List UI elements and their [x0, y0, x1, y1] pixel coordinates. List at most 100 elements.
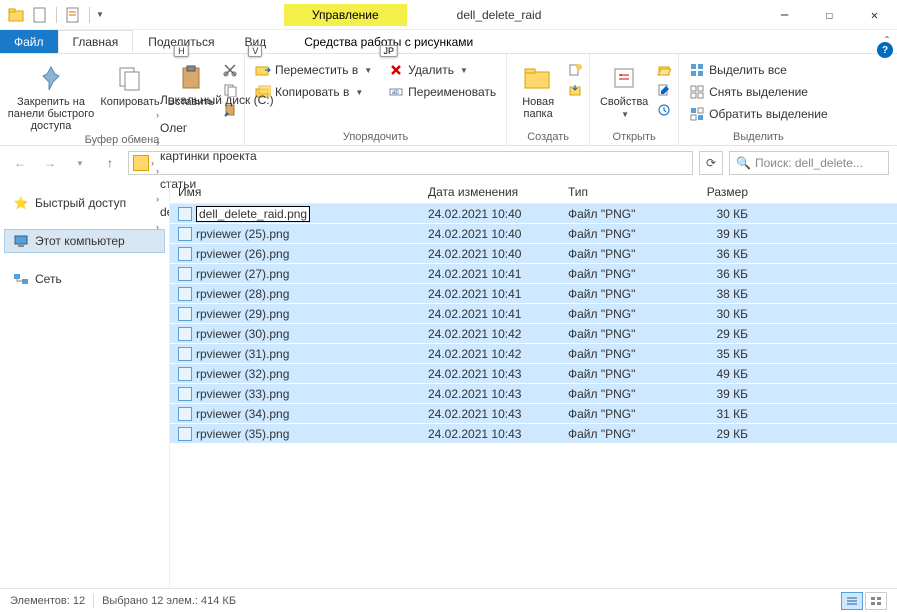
move-icon [255, 62, 271, 78]
copy-icon [114, 62, 146, 94]
context-tab-header: Управление [284, 4, 407, 26]
column-headers[interactable]: Имя Дата изменения Тип Размер [170, 180, 897, 204]
copy-button[interactable]: Копировать [98, 58, 162, 108]
breadcrumb-segment[interactable]: Локальный диск (C:) [156, 93, 278, 107]
image-file-icon [178, 407, 192, 421]
table-row[interactable]: rpviewer (35).png24.02.2021 10:43Файл "P… [170, 424, 897, 444]
file-type: Файл "PNG" [568, 387, 688, 401]
history-icon[interactable] [656, 102, 672, 118]
table-row[interactable]: dell_delete_raid.png24.02.2021 10:40Файл… [170, 204, 897, 224]
pc-icon [13, 233, 29, 249]
table-row[interactable]: rpviewer (31).png24.02.2021 10:42Файл "P… [170, 344, 897, 364]
invert-label: Обратить выделение [709, 107, 828, 121]
delete-button[interactable]: Удалить ▼ [384, 60, 500, 80]
ribbon-tabs: Файл Главная ПоделитьсяH ВидV Средства р… [0, 30, 897, 54]
new-folder-label: Новая папка [513, 96, 563, 120]
minimize-button[interactable]: ─ [762, 1, 807, 29]
col-size[interactable]: Размер [688, 185, 748, 199]
breadcrumb-segment[interactable]: Олег [156, 121, 278, 135]
edit-icon[interactable] [656, 82, 672, 98]
image-file-icon [178, 327, 192, 341]
recent-dropdown[interactable]: ▼ [68, 151, 92, 175]
col-date[interactable]: Дата изменения [428, 185, 568, 199]
chevron-down-icon: ▼ [621, 110, 629, 119]
status-bar: Элементов: 12 Выбрано 12 элем.: 414 КБ [0, 588, 897, 612]
chevron-down-icon: ▼ [460, 66, 468, 75]
breadcrumb-segment[interactable]: картинки проекта [156, 149, 278, 163]
invert-selection-button[interactable]: Обратить выделение [685, 104, 832, 124]
rename-button[interactable]: abПереименовать [384, 82, 500, 102]
quick-access-toolbar: ▼ [0, 5, 104, 25]
sidebar-item-quick[interactable]: ⭐Быстрый доступ [4, 191, 165, 215]
paste-icon [175, 62, 207, 94]
folder-icon[interactable] [6, 5, 26, 25]
easy-access-icon[interactable] [567, 82, 583, 98]
table-row[interactable]: rpviewer (26).png24.02.2021 10:40Файл "P… [170, 244, 897, 264]
table-row[interactable]: rpviewer (32).png24.02.2021 10:43Файл "P… [170, 364, 897, 384]
table-row[interactable]: rpviewer (30).png24.02.2021 10:42Файл "P… [170, 324, 897, 344]
maximize-button[interactable]: ☐ [807, 1, 852, 29]
table-row[interactable]: rpviewer (27).png24.02.2021 10:41Файл "P… [170, 264, 897, 284]
col-name[interactable]: Имя [178, 185, 428, 199]
delete-label: Удалить [408, 63, 454, 77]
new-item-icon[interactable] [567, 62, 583, 78]
main-body: ⭐Быстрый доступ Этот компьютер Сеть Имя … [0, 180, 897, 588]
new-doc-icon[interactable] [30, 5, 50, 25]
help-icon[interactable]: ? [877, 42, 893, 58]
file-tab[interactable]: Файл [0, 30, 58, 53]
open-icon[interactable] [656, 62, 672, 78]
collapse-ribbon-icon[interactable]: ˆ? [885, 34, 889, 48]
organize-group-label: Упорядочить [251, 129, 500, 143]
sidebar-item-network[interactable]: Сеть [4, 267, 165, 291]
separator [93, 594, 94, 608]
titlebar: ▼ Управление dell_delete_raid ─ ☐ ✕ [0, 0, 897, 30]
file-date: 24.02.2021 10:43 [428, 387, 568, 401]
pin-button[interactable]: Закрепить на панели быстрого доступа [6, 58, 96, 132]
sidebar-pc-label: Этот компьютер [35, 234, 125, 248]
properties-button[interactable]: Свойства ▼ [596, 58, 652, 121]
table-row[interactable]: rpviewer (34).png24.02.2021 10:43Файл "P… [170, 404, 897, 424]
table-row[interactable]: rpviewer (28).png24.02.2021 10:41Файл "P… [170, 284, 897, 304]
sidebar-item-pc[interactable]: Этот компьютер [4, 229, 165, 253]
home-tab[interactable]: Главная [58, 30, 134, 53]
table-row[interactable]: rpviewer (25).png24.02.2021 10:40Файл "P… [170, 224, 897, 244]
search-input[interactable]: 🔍 Поиск: dell_delete... [729, 151, 889, 175]
back-button[interactable]: ← [8, 151, 32, 175]
context-tab[interactable]: Средства работы с рисункамиJP [289, 30, 488, 53]
file-name: rpviewer (35).png [196, 427, 289, 441]
table-row[interactable]: rpviewer (29).png24.02.2021 10:41Файл "P… [170, 304, 897, 324]
properties-icon[interactable] [63, 5, 83, 25]
up-button[interactable]: ↑ [98, 151, 122, 175]
chevron-right-icon: › [156, 138, 159, 148]
select-group: Выделить все Снять выделение Обратить вы… [679, 54, 838, 145]
share-tab[interactable]: ПоделитьсяH [133, 30, 229, 53]
breadcrumb[interactable]: › Локальный диск (C:)›Олег›картинки прое… [128, 151, 693, 175]
network-icon [13, 271, 29, 287]
file-type: Файл "PNG" [568, 347, 688, 361]
table-row[interactable]: rpviewer (33).png24.02.2021 10:43Файл "P… [170, 384, 897, 404]
thumbnails-view-button[interactable] [865, 592, 887, 610]
drive-icon [133, 155, 149, 171]
select-none-button[interactable]: Снять выделение [685, 82, 832, 102]
file-size: 39 КБ [688, 227, 748, 241]
rename-input[interactable]: dell_delete_raid.png [196, 206, 310, 222]
qat-dropdown-icon[interactable]: ▼ [96, 10, 104, 19]
close-button[interactable]: ✕ [852, 1, 897, 29]
separator [89, 7, 90, 23]
refresh-button[interactable]: ⟳ [699, 151, 723, 175]
file-size: 38 КБ [688, 287, 748, 301]
separator [56, 7, 57, 23]
select-all-button[interactable]: Выделить все [685, 60, 832, 80]
move-to-button[interactable]: Переместить в▼ [251, 60, 376, 80]
image-file-icon [178, 307, 192, 321]
col-type[interactable]: Тип [568, 185, 688, 199]
new-folder-button[interactable]: Новая папка [513, 58, 563, 120]
select-all-label: Выделить все [709, 63, 787, 77]
open-group-label: Открыть [596, 129, 672, 143]
forward-button[interactable]: → [38, 151, 62, 175]
view-tab[interactable]: ВидV [229, 30, 281, 53]
pin-label: Закрепить на панели быстрого доступа [6, 96, 96, 132]
details-view-button[interactable] [841, 592, 863, 610]
cut-icon[interactable] [222, 62, 238, 78]
rename-label: Переименовать [408, 85, 496, 99]
